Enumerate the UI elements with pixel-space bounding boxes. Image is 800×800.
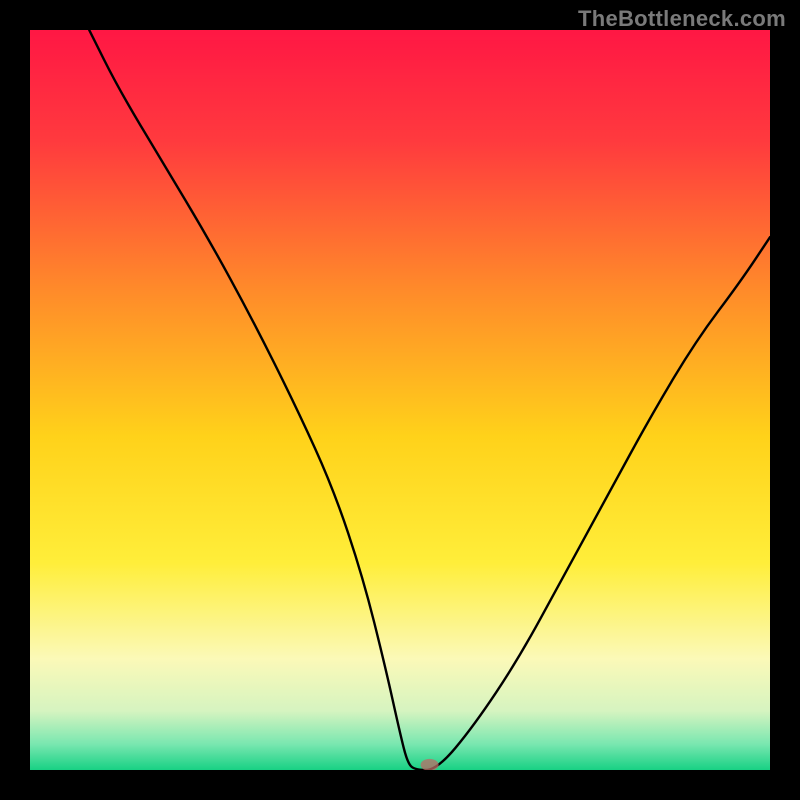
watermark-text: TheBottleneck.com — [578, 6, 786, 32]
chart-svg — [30, 30, 770, 770]
chart-frame: TheBottleneck.com — [0, 0, 800, 800]
gradient-background — [30, 30, 770, 770]
plot-area — [30, 30, 770, 770]
